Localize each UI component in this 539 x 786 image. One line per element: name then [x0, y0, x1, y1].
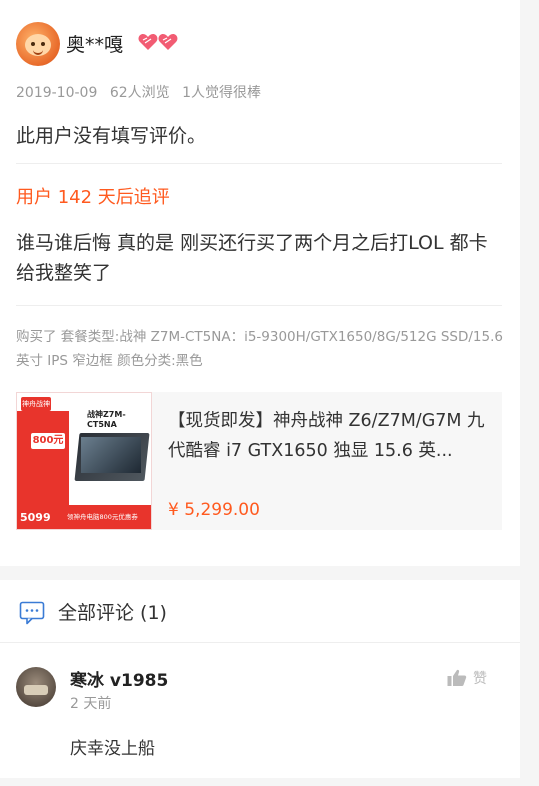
divider [16, 163, 502, 164]
thumb-model: 战神Z7M-CT5NA [87, 410, 126, 429]
avatar-eye [31, 42, 35, 46]
user-avatar[interactable] [16, 22, 60, 66]
thumb-bottom-price: 5099 [20, 511, 51, 524]
comment-text: 庆幸没上船 [70, 739, 155, 759]
review-meta: 2019-10-09 62人浏览 1人觉得很棒 [16, 82, 269, 102]
laptop-screen [81, 437, 141, 473]
avatar-eye [41, 42, 45, 46]
followup-title: 用户 142 天后追评 [16, 187, 170, 208]
comment-bubble-icon [19, 601, 45, 625]
section-gap [0, 566, 520, 580]
product-card[interactable]: 神舟战神 战神Z7M-CT5NA 800元 5099 领神舟电脑800元优惠券 … [16, 392, 502, 530]
review-detail-page: 奥**嘎 2019-10-09 62人浏览 1人觉得很棒 此用户没有填写评价。 … [0, 0, 520, 786]
username[interactable]: 奥**嘎 [66, 30, 123, 57]
comment-time: 2 天前 [70, 696, 112, 712]
review-views: 62人浏览 [109, 85, 170, 101]
divider [16, 305, 502, 306]
review-likes: 1人觉得很棒 [182, 85, 262, 101]
bottom-gap [0, 778, 520, 786]
thumb-brand-logo: 神舟战神 [21, 397, 51, 411]
avatar-photo-detail [24, 685, 48, 695]
product-thumbnail[interactable]: 神舟战神 战神Z7M-CT5NA 800元 5099 领神舟电脑800元优惠券 [16, 392, 152, 530]
hearts-badge-icon [138, 34, 178, 50]
review-text: 此用户没有填写评价。 [16, 125, 207, 147]
purchase-info: 购买了 套餐类型:战神 Z7M-CT5NA：i5-9300H/GTX1650/8… [16, 329, 503, 369]
review-date: 2019-10-09 [16, 85, 98, 101]
commenter-name[interactable]: 寒冰 v1985 [70, 666, 168, 691]
commenter-avatar[interactable] [16, 667, 56, 707]
product-price: ¥ 5,299.00 [168, 500, 260, 520]
product-title[interactable]: 【现货即发】神舟战神 Z6/Z7M/G7M 九代酷睿 i7 GTX1650 独显… [168, 406, 493, 466]
comments-title: 全部评论 (1) [58, 602, 167, 624]
followup-text: 谁马谁后悔 真的是 刚买还行买了两个月之后打LOL 都卡 给我整笑了 [16, 232, 488, 284]
thumbs-up-icon [447, 669, 467, 686]
thumb-bottom-text: 领神舟电脑800元优惠券 [67, 513, 138, 521]
like-button[interactable]: 赞 [447, 668, 487, 688]
thumb-coupon: 800元 [31, 433, 65, 449]
divider [0, 642, 520, 643]
right-gutter [520, 0, 539, 786]
like-label: 赞 [473, 671, 487, 687]
